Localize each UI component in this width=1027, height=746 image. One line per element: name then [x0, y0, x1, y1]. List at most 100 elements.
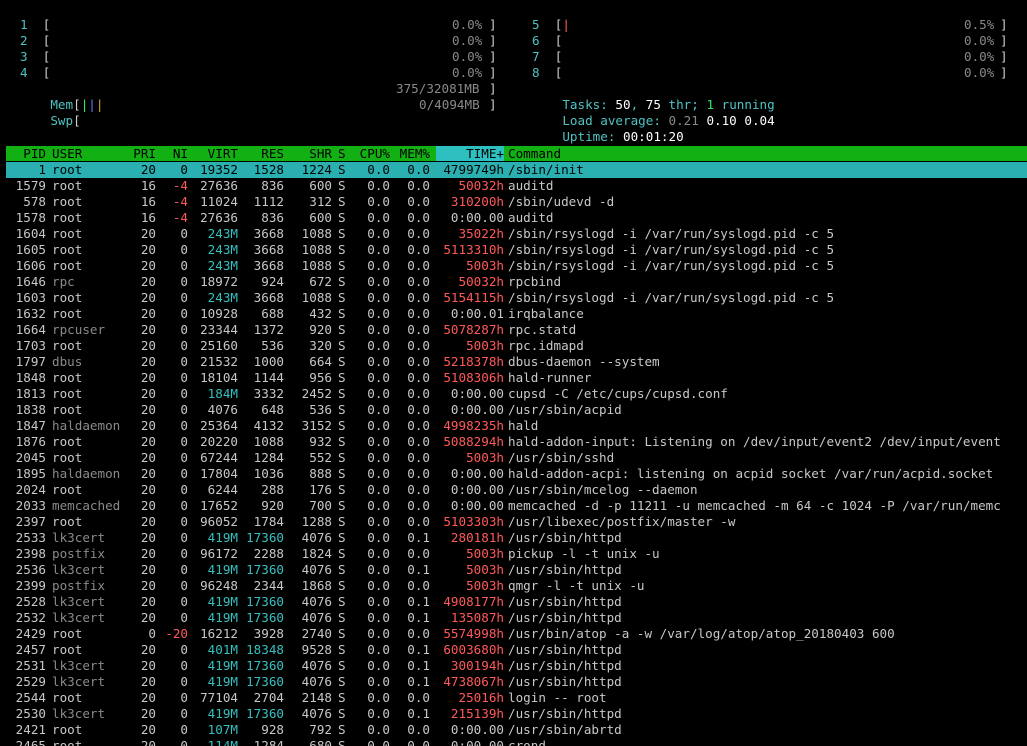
col-user[interactable]: USER [52, 146, 82, 161]
process-row[interactable]: 1847 haldaemon 20 0 25364 4132 3152 S 0.0 0.0 4998… [6, 418, 1027, 434]
process-row[interactable]: 1848 root 20 0 18104 1144 956 S 0.0 0.0 5108306h ha… [6, 370, 1027, 386]
col-command[interactable]: Command [508, 146, 561, 161]
process-row[interactable]: 1578 root 16 -4 27636 836 600 S 0.0 0.0 0:00.00 aud… [6, 210, 1027, 226]
cell-s: S [338, 434, 346, 449]
process-row[interactable]: 2398 postfix 20 0 96172 2288 1824 S 0.0 0.0 5003h p… [6, 546, 1027, 562]
cell-virt: 4076 [207, 402, 238, 417]
cell-res: 2704 [253, 690, 284, 705]
process-row[interactable]: 2532 lk3cert 20 0 419M 17360 4076 S 0.0 0.1 135087… [6, 610, 1027, 626]
process-row[interactable]: 2544 root 20 0 77104 2704 2148 S 0.0 0.0 25016h log… [6, 690, 1027, 706]
cell-shr: 2452 [301, 386, 332, 401]
cell-cpu: 0.0 [367, 514, 390, 529]
cell-s: S [338, 610, 346, 625]
cell-s: S [338, 562, 346, 577]
process-row[interactable]: 2531 lk3cert 20 0 419M 17360 4076 S 0.0 0.1 300194… [6, 658, 1027, 674]
cell-time: 5103303h [443, 514, 504, 529]
process-row[interactable]: 1813 root 20 0 184M 3332 2452 S 0.0 0.0 0:00.00 cup… [6, 386, 1027, 402]
process-row[interactable]: 2528 lk3cert 20 0 419M 17360 4076 S 0.0 0.1 490817… [6, 594, 1027, 610]
process-row[interactable]: 1664 rpcuser 20 0 23344 1372 920 S 0.0 0.0 5078287… [6, 322, 1027, 338]
col-ni[interactable]: NI [164, 146, 188, 161]
cell-cpu: 0.0 [367, 530, 390, 545]
process-row[interactable]: 2536 lk3cert 20 0 419M 17360 4076 S 0.0 0.1 5003h /… [6, 562, 1027, 578]
process-row[interactable]: 1838 root 20 0 4076 648 536 S 0.0 0.0 0:00.00/usr/… [6, 402, 1027, 418]
cell-user: root [52, 210, 83, 225]
cell-time: 5003h [466, 450, 504, 465]
col-state[interactable]: S [338, 146, 346, 161]
col-shr[interactable]: SHR [290, 146, 332, 161]
cell-s: S [338, 418, 346, 433]
process-row[interactable]: 2421 root 20 0 107M 928 792 S 0.0 0.0 0:00.00/usr/… [6, 722, 1027, 738]
process-row[interactable]: 2465 root 20 0 114M 1284 680 S 0.0 0.0 0:00.00 cron… [6, 738, 1027, 746]
col-mem[interactable]: MEM% [394, 146, 430, 161]
cell-res: 3668 [253, 290, 284, 305]
cell-command: /sbin/rsyslogd -i /var/run/syslogd.pid -… [508, 258, 835, 273]
cell-user: haldaemon [52, 418, 121, 433]
process-row[interactable]: 2533 lk3cert 20 0 419M 17360 4076 S 0.0 0.1 280181… [6, 530, 1027, 546]
process-row[interactable]: 2457 root 20 0 401M 18348 9528 S 0.0 0.1 6003680h /… [6, 642, 1027, 658]
process-row[interactable]: 1632 root 20 0 10928 688 432 S 0.0 0.0 0:00.01 irqb… [6, 306, 1027, 322]
cell-ni: 0 [180, 722, 188, 737]
process-row[interactable]: 2045 root 20 0 67244 1284 552 S 0.0 0.0 5003h/usr/… [6, 450, 1027, 466]
process-row[interactable]: 2024 root 20 0 6244 288 176 S 0.0 0.0 0:00.00/usr/… [6, 482, 1027, 498]
process-row[interactable]: 2529 lk3cert 20 0 419M 17360 4076 S 0.0 0.1 473806… [6, 674, 1027, 690]
process-row[interactable]: 1579 root 16 -4 27636 836 600 S 0.0 0.0 50032h audi… [6, 178, 1027, 194]
process-row[interactable]: 1604 root 20 0 243M 3668 1088 S 0.0 0.0 35022h/sbi… [6, 226, 1027, 242]
col-time[interactable]: TIME+ [436, 146, 504, 161]
cell-ni: 0 [180, 370, 188, 385]
cell-command: memcached -d -p 11211 -u memcached -m 64… [508, 498, 1001, 513]
process-row[interactable]: 1 root 20 0 19352 1528 1224 S 0.0 0.0 4799749h/sbi… [6, 162, 1027, 178]
cell-pri: 20 [140, 306, 156, 321]
cell-user: root [52, 242, 83, 257]
cell-ni: 0 [180, 418, 188, 433]
cell-user: postfix [52, 578, 106, 593]
col-virt[interactable]: VIRT [194, 146, 238, 161]
process-row[interactable]: 1603 root 20 0 243M 3668 1088 S 0.0 0.0 5154115h/s… [6, 290, 1027, 306]
process-row[interactable]: 578 root 16 -4 11024 1112 312 S 0.0 0.0 310200h/sb… [6, 194, 1027, 210]
cell-time: 4738067h [443, 674, 504, 689]
cell-res: 17360 [246, 594, 284, 609]
cell-command: /usr/sbin/sshd [508, 450, 615, 465]
cell-time: 5088294h [443, 434, 504, 449]
process-row[interactable]: 2429 root 0 -20 16212 3928 2740 S 0.0 0.0 5574998h… [6, 626, 1027, 642]
process-row[interactable]: 2397 root 20 0 96052 1784 1288 S 0.0 0.0 5103303h /… [6, 514, 1027, 530]
process-row[interactable]: 1606 root 20 0 243M 3668 1088 S 0.0 0.0 5003h/sbin… [6, 258, 1027, 274]
cpu-meter-3: 3 [ [20, 49, 51, 64]
cell-mem: 0.0 [407, 450, 430, 465]
cell-res: 17360 [246, 610, 284, 625]
col-res[interactable]: RES [242, 146, 284, 161]
cell-pid: 1632 [15, 306, 46, 321]
cell-cpu: 0.0 [367, 434, 390, 449]
cell-virt: 184M [207, 386, 238, 401]
cell-command: hald-addon-acpi: listening on acpid sock… [508, 466, 994, 481]
process-row[interactable]: 2399 postfix 20 0 96248 2344 1868 S 0.0 0.0 5003h q… [6, 578, 1027, 594]
cell-time: 5218378h [443, 354, 504, 369]
process-row[interactable]: 1703 root 20 0 25160 536 320 S 0.0 0.0 5003h rpc.id… [6, 338, 1027, 354]
cell-pid: 2536 [15, 562, 46, 577]
cell-command: /usr/libexec/postfix/master -w [508, 514, 736, 529]
cell-command: /usr/sbin/httpd [508, 674, 622, 689]
cell-shr: 4076 [301, 674, 332, 689]
cell-virt: 419M [207, 706, 238, 721]
cell-command: /sbin/rsyslogd -i /var/run/syslogd.pid -… [508, 290, 835, 305]
cell-time: 5108306h [443, 370, 504, 385]
cell-cpu: 0.0 [367, 306, 390, 321]
process-row[interactable]: 2033 memcached 20 0 17652 920 700 S 0.0 0.0 0:00.0… [6, 498, 1027, 514]
process-row[interactable]: 2530 lk3cert 20 0 419M 17360 4076 S 0.0 0.1 215139… [6, 706, 1027, 722]
col-pri[interactable]: PRI [126, 146, 156, 161]
col-cpu[interactable]: CPU% [354, 146, 390, 161]
process-row[interactable]: 1895 haldaemon 20 0 17804 1036 888 S 0.0 0.0 0:00.… [6, 466, 1027, 482]
process-row[interactable]: 1876 root 20 0 20220 1088 932 S 0.0 0.0 5088294h ha… [6, 434, 1027, 450]
process-row[interactable]: 1605 root 20 0 243M 3668 1088 S 0.0 0.0 5113310h/s… [6, 242, 1027, 258]
cell-command: rpc.statd [508, 322, 577, 337]
cell-pri: 20 [140, 290, 156, 305]
process-row[interactable]: 1646 rpc 20 0 18972 924 672 S 0.0 0.0 50032h rpcbin… [6, 274, 1027, 290]
cell-shr: 1088 [301, 226, 332, 241]
process-row[interactable]: 1797 dbus 20 0 21532 1000 664 S 0.0 0.0 5218378h db… [6, 354, 1027, 370]
cell-cpu: 0.0 [367, 242, 390, 257]
cell-res: 3668 [253, 258, 284, 273]
cell-virt: 67244 [200, 450, 238, 465]
process-table-header[interactable]: PID USER PRI NI VIRT RES SHR S CPU% MEM%… [6, 146, 1027, 161]
col-pid[interactable]: PID [6, 146, 46, 161]
cell-user: root [52, 306, 83, 321]
cell-shr: 4076 [301, 706, 332, 721]
